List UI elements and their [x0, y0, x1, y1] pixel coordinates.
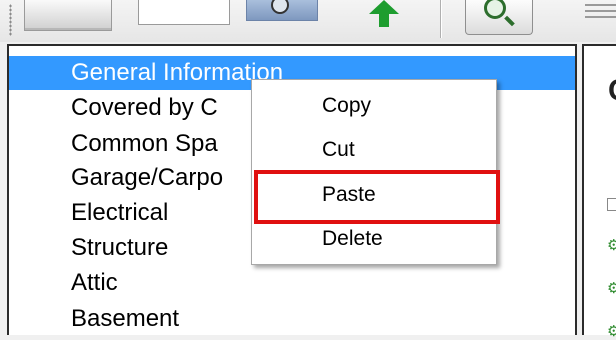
gear-icon[interactable]: ⚙ — [607, 236, 616, 254]
toolbar-separator — [440, 0, 441, 38]
menu-item-copy[interactable]: Copy — [252, 86, 496, 126]
search-icon[interactable] — [465, 0, 533, 35]
details-panel: C ⚙ ⚙ ⚙ — [582, 44, 616, 340]
panel-heading: C — [608, 74, 616, 108]
tree-item-basement[interactable]: Basement — [9, 301, 575, 335]
menu-item-delete[interactable]: Delete — [252, 219, 496, 259]
toolbar-grip[interactable] — [9, 4, 12, 36]
gear-icon[interactable]: ⚙ — [607, 279, 616, 297]
view-icon[interactable] — [246, 0, 318, 21]
page-icon[interactable] — [138, 0, 230, 25]
tree-item-attic[interactable]: Attic — [9, 265, 575, 301]
up-arrow-icon[interactable] — [369, 0, 399, 27]
menu-item-paste[interactable]: Paste — [252, 175, 496, 215]
context-menu: Copy Cut Paste Delete — [251, 79, 497, 265]
gear-icon[interactable]: ⚙ — [607, 322, 616, 340]
toolbar — [0, 0, 616, 42]
menu-item-cut[interactable]: Cut — [252, 130, 496, 170]
checkbox[interactable] — [607, 198, 616, 211]
folder-icon[interactable] — [24, 0, 112, 31]
lines-icon[interactable] — [585, 4, 616, 20]
